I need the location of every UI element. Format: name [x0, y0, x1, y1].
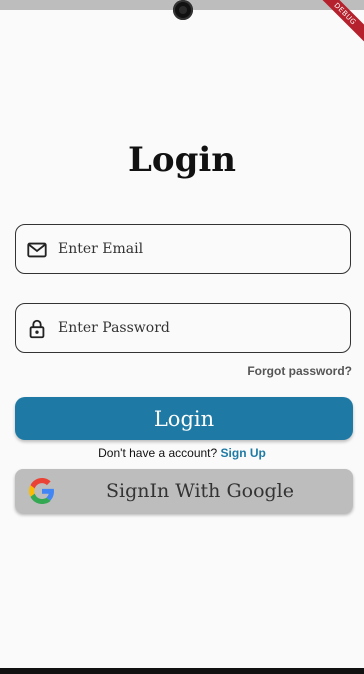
signup-prompt: Don't have a account?	[98, 446, 218, 460]
google-button-label: SignIn With Google	[106, 480, 294, 502]
signup-link[interactable]: Sign Up	[221, 446, 266, 460]
camera-cutout	[173, 0, 193, 20]
google-icon	[29, 478, 54, 504]
mail-icon	[27, 242, 47, 258]
email-input[interactable]	[58, 225, 338, 273]
navigation-bar	[0, 668, 364, 674]
email-field[interactable]	[15, 224, 351, 274]
password-field[interactable]	[15, 303, 351, 353]
lock-icon	[29, 319, 45, 339]
forgot-password-link[interactable]: Forgot password?	[247, 364, 352, 378]
signup-row: Don't have a account? Sign Up	[0, 446, 364, 460]
password-input[interactable]	[58, 304, 338, 352]
google-signin-button[interactable]: SignIn With Google	[15, 469, 353, 513]
login-button[interactable]: Login	[15, 397, 353, 440]
page-title: Login	[128, 140, 236, 180]
